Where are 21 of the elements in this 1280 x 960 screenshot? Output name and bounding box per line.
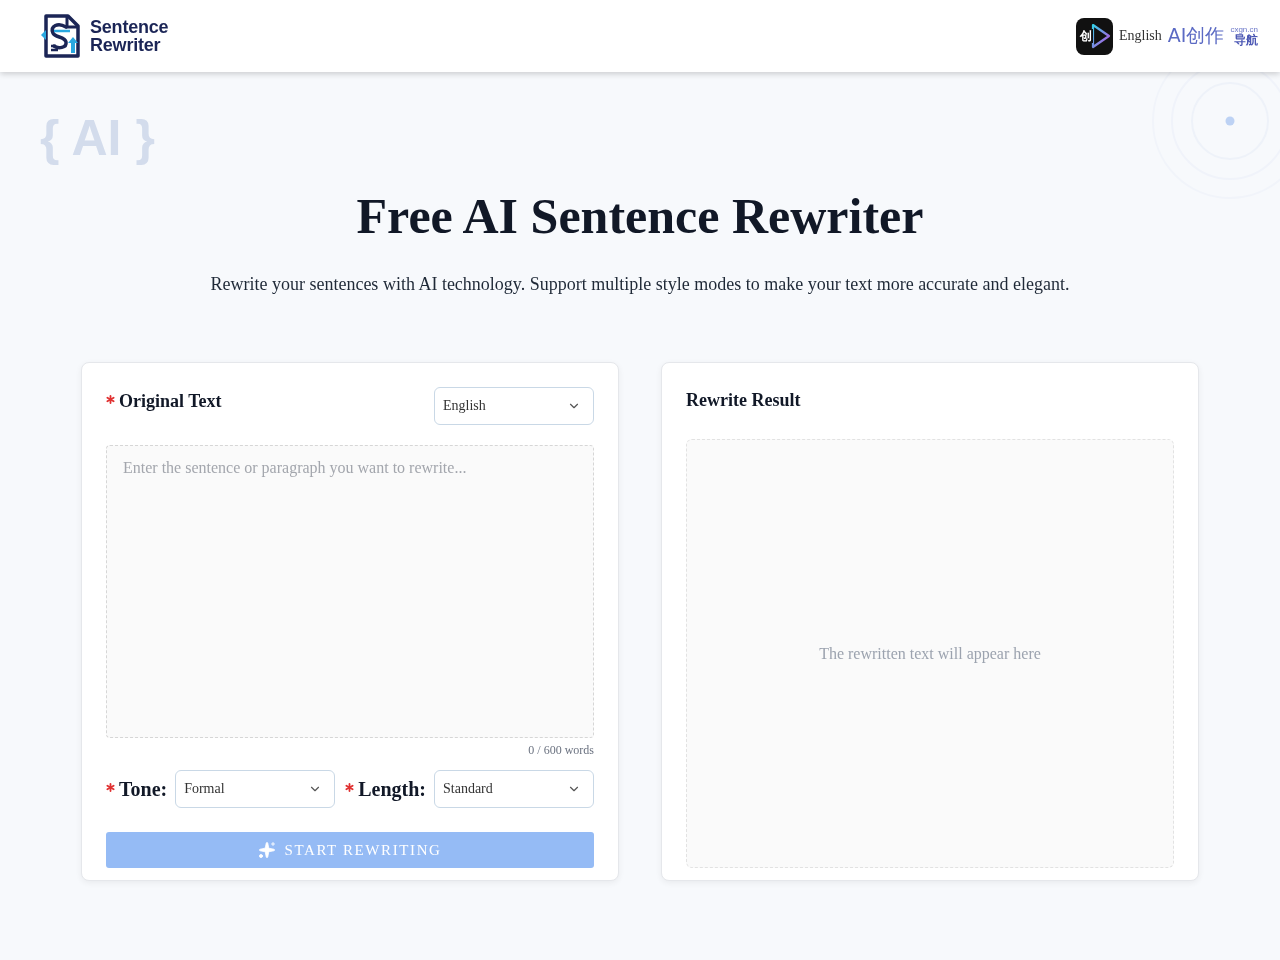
page-title: Free AI Sentence Rewriter	[356, 187, 924, 246]
word-count: 0 / 600 words	[528, 744, 594, 757]
panel-title: Rewrite Result	[686, 389, 801, 412]
logo-text: Sentence Rewriter	[90, 18, 169, 54]
play-triangle-icon	[1091, 23, 1112, 49]
text-input[interactable]: Enter the sentence or paragraph you want to rewrite...	[106, 445, 594, 739]
option-label: Tone:	[119, 777, 168, 803]
partner-domain: cxgn.cn	[1230, 26, 1258, 34]
partner-subtitle: 导航	[1234, 34, 1258, 46]
result-output-field: The rewritten text will appear here	[686, 439, 1174, 868]
option-label: Length:	[358, 777, 426, 803]
partner-title: AI创作	[1167, 23, 1225, 48]
language-link[interactable]: English	[1119, 28, 1162, 44]
site-logo[interactable]: Sentence Rewriter	[40, 13, 169, 59]
language-select[interactable]: English	[434, 387, 594, 425]
option-select[interactable]: Formal	[175, 770, 336, 809]
panel-title: Original Text	[119, 390, 222, 413]
sparkles-icon	[258, 841, 277, 860]
option-select[interactable]: Standard	[434, 770, 594, 809]
logo-character: 创	[1079, 28, 1094, 43]
page-subtitle: Rewrite your sentences with AI technology. Support multiple style modes to make your text more accurate and elegant.	[210, 273, 1070, 295]
